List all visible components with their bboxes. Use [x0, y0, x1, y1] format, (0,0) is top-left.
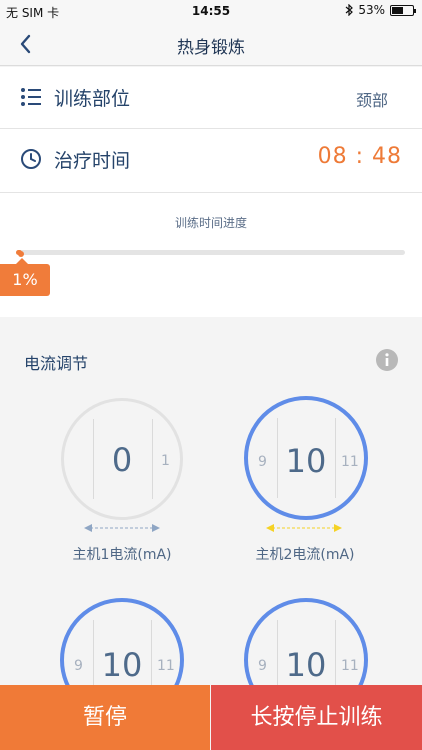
- dial-next-value: 11: [341, 658, 359, 674]
- nav-bar: 热身锻炼: [0, 22, 422, 66]
- pause-button[interactable]: 暂停: [0, 685, 210, 750]
- treatment-time-value: 08 : 48: [317, 144, 402, 169]
- treatment-time-label: 治疗时间: [54, 150, 131, 172]
- progress-track: [16, 250, 405, 255]
- dial-next-value: 1: [161, 453, 170, 469]
- host2-current-label: 主机2电流(mA): [255, 547, 355, 563]
- clock-icon: [21, 149, 41, 169]
- progress-title: 训练时间进度: [174, 216, 247, 230]
- training-part-row[interactable]: 训练部位 颈部: [0, 67, 422, 129]
- progress-percent-badge: 1%: [0, 258, 50, 296]
- training-part-label: 训练部位: [54, 88, 131, 110]
- battery-percent: 53%: [358, 3, 385, 17]
- list-icon: [21, 88, 41, 106]
- host1-current-label: 主机1电流(mA): [72, 547, 172, 563]
- info-icon[interactable]: [375, 348, 399, 372]
- dial-next-value: 11: [341, 454, 359, 470]
- host2-current-dial[interactable]: 9 10 11: [244, 396, 368, 520]
- training-part-value: 颈部: [355, 91, 388, 110]
- status-right: 53%: [345, 3, 416, 17]
- double-arrow-icon: [266, 524, 342, 532]
- page-title: 热身锻炼: [177, 38, 245, 58]
- status-bar: 无 SIM 卡 14:55 53%: [0, 0, 422, 22]
- host1-current-dial[interactable]: 0 1: [61, 398, 183, 520]
- current-section-title: 电流调节: [24, 354, 89, 373]
- progress-knob: [18, 251, 24, 257]
- battery-icon: [390, 4, 416, 16]
- training-info-card: 训练部位 颈部 治疗时间 08 : 48: [0, 67, 422, 317]
- stop-training-button[interactable]: 长按停止训练: [211, 685, 422, 750]
- double-arrow-icon: [84, 524, 160, 532]
- treatment-time-row: 治疗时间 08 : 48: [0, 129, 422, 193]
- bluetooth-icon: [345, 4, 354, 16]
- dial-next-value: 11: [157, 658, 175, 674]
